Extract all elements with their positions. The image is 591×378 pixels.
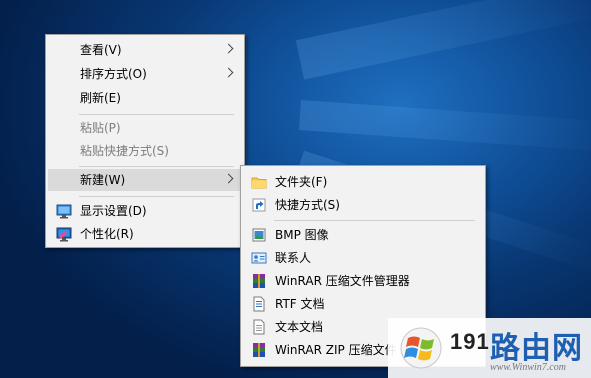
light-ray: [298, 100, 591, 153]
menu-item-display-settings[interactable]: 显示设置(D): [48, 200, 242, 222]
menu-item-label: 显示设置(D): [80, 204, 147, 218]
menu-separator: [79, 196, 234, 197]
watermark-site-name: 路由网: [490, 331, 583, 366]
submenu-item-rtf-document[interactable]: RTF 文档: [243, 293, 483, 315]
menu-item-view[interactable]: 查看(V): [48, 39, 242, 61]
menu-item-label: 个性化(R): [80, 227, 134, 241]
desktop-context-menu: 查看(V) 排序方式(O) 刷新(E) 粘贴(P) 粘贴快捷方式(S) 新建(W…: [45, 34, 245, 248]
submenu-item-label: 联系人: [275, 251, 312, 265]
submenu-item-label: 文件夹(F): [275, 175, 328, 189]
menu-item-label: 排序方式(O): [80, 67, 147, 81]
submenu-item-label: BMP 图像: [275, 228, 329, 242]
menu-item-sort-by[interactable]: 排序方式(O): [48, 63, 242, 85]
contact-card-icon: [251, 252, 267, 264]
light-ray: [295, 0, 591, 80]
submenu-item-folder[interactable]: 文件夹(F): [243, 171, 483, 193]
submenu-item-label: WinRAR 压缩文件管理器: [275, 274, 410, 288]
submenu-item-contact[interactable]: 联系人: [243, 247, 483, 269]
submenu-item-winrar-archive[interactable]: WinRAR 压缩文件管理器: [243, 270, 483, 292]
menu-separator: [79, 166, 234, 167]
text-document-icon: [253, 319, 265, 335]
bitmap-image-icon: [252, 228, 266, 242]
menu-item-label: 刷新(E): [80, 91, 121, 105]
submenu-item-label: WinRAR ZIP 压缩文件: [275, 343, 397, 357]
submenu-arrow-icon: [223, 67, 234, 78]
watermark-number: 191: [450, 329, 490, 354]
submenu-arrow-icon: [223, 173, 234, 184]
menu-item-paste-shortcut: 粘贴快捷方式(S): [48, 140, 242, 162]
winrar-archive-icon: [253, 274, 265, 288]
submenu-item-label: 文本文档: [275, 320, 324, 334]
menu-item-personalize[interactable]: 个性化(R): [48, 223, 242, 245]
menu-item-label: 查看(V): [80, 43, 122, 57]
winrar-zip-icon: [253, 343, 265, 357]
menu-item-new[interactable]: 新建(W): [48, 169, 242, 191]
submenu-item-bmp-image[interactable]: BMP 图像: [243, 224, 483, 246]
menu-separator: [79, 114, 234, 115]
windows-logo-icon: [400, 327, 442, 369]
display-settings-icon: [56, 204, 72, 219]
menu-item-label: 新建(W): [80, 173, 126, 187]
menu-item-refresh[interactable]: 刷新(E): [48, 87, 242, 109]
submenu-item-shortcut[interactable]: 快捷方式(S): [243, 194, 483, 216]
menu-item-label: 粘贴(P): [80, 121, 121, 135]
rtf-document-icon: [253, 296, 265, 312]
watermark-url: www.Winwin7.com: [490, 362, 566, 373]
menu-item-label: 粘贴快捷方式(S): [80, 144, 169, 158]
submenu-item-label: 快捷方式(S): [275, 198, 340, 212]
menu-separator: [274, 220, 475, 221]
menu-item-paste: 粘贴(P): [48, 117, 242, 139]
personalize-icon: [56, 227, 72, 242]
submenu-arrow-icon: [223, 43, 234, 54]
shortcut-icon: [252, 198, 266, 212]
submenu-item-label: RTF 文档: [275, 297, 325, 311]
folder-icon: [251, 177, 267, 189]
